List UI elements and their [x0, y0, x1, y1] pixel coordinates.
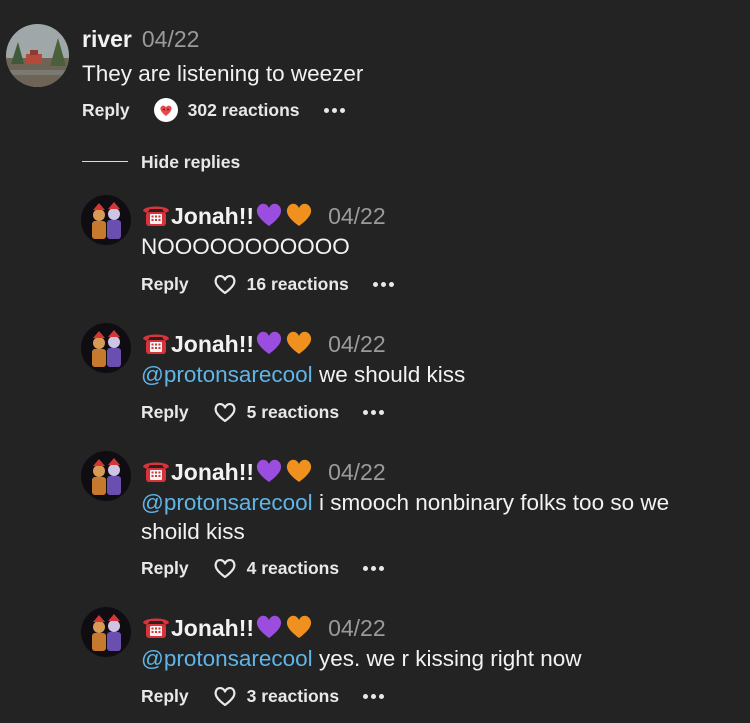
reply-comment: Jonah!! 04/22 NOOOOOOOOOOO Reply 16 react…	[0, 190, 750, 300]
comment-body: yes. we r kissing right now	[312, 646, 582, 671]
comment-actions: Reply 3 reactions	[141, 684, 385, 708]
comment-actions: Reply 5 reactions	[141, 400, 385, 424]
orange-heart-icon	[284, 200, 314, 234]
username[interactable]: river	[82, 26, 132, 52]
timestamp: 04/22	[328, 203, 386, 229]
reply-button[interactable]: Reply	[141, 274, 189, 295]
username[interactable]: Jonah!!	[171, 331, 254, 357]
comment-text: NOOOOOOOOOOO	[141, 232, 731, 261]
reply-comment: Jonah!! 04/22 @protonsarecool i smooch no…	[0, 446, 750, 586]
reaction-count[interactable]: 4 reactions	[247, 558, 339, 579]
reaction-count[interactable]: 16 reactions	[247, 274, 349, 295]
more-options-icon[interactable]	[363, 409, 385, 415]
comment-header: Jonah!! 04/22	[141, 328, 386, 362]
mention-link[interactable]: @protonsarecool	[141, 362, 313, 387]
avatar-image	[81, 607, 131, 657]
comment-actions: Reply 302 reactions	[82, 98, 345, 122]
more-options-icon[interactable]	[363, 565, 385, 571]
comment-text: @protonsarecool yes. we r kissing right …	[141, 644, 731, 673]
heart-badge-icon[interactable]	[153, 98, 178, 122]
comment-text: @protonsarecool i smooch nonbinary folks…	[141, 488, 716, 546]
comment-body: we should kiss	[312, 362, 466, 387]
orange-heart-icon	[284, 612, 314, 646]
reply-button[interactable]: Reply	[141, 558, 189, 579]
username[interactable]: Jonah!!	[171, 615, 254, 641]
comment-header: Jonah!! 04/22	[141, 200, 386, 234]
timestamp: 04/22	[141, 26, 200, 52]
reply-button[interactable]: Reply	[82, 100, 130, 121]
mention-link[interactable]: @protonsarecool	[141, 490, 313, 515]
avatar-image	[81, 451, 131, 501]
comment-header: Jonah!! 04/22	[141, 612, 386, 646]
comment-text: They are listening to weezer	[82, 61, 364, 86]
more-options-icon[interactable]	[372, 281, 394, 287]
telephone-icon	[141, 202, 171, 234]
avatar[interactable]	[81, 451, 131, 501]
telephone-icon	[141, 330, 171, 362]
heart-outline-icon[interactable]	[213, 685, 237, 707]
username[interactable]: Jonah!!	[171, 203, 254, 229]
reply-button[interactable]: Reply	[141, 686, 189, 707]
telephone-icon	[141, 614, 171, 646]
reply-comment: Jonah!! 04/22 @protonsarecool we should k…	[0, 318, 750, 428]
avatar[interactable]	[6, 24, 69, 87]
comment-actions: Reply 4 reactions	[141, 556, 385, 580]
telephone-icon	[141, 458, 171, 490]
comment-header: Jonah!! 04/22	[141, 456, 386, 490]
mention-link[interactable]: @protonsarecool	[141, 646, 313, 671]
hide-replies-button[interactable]: Hide replies	[141, 152, 240, 173]
avatar[interactable]	[81, 195, 131, 245]
reaction-count[interactable]: 302 reactions	[188, 100, 300, 121]
username[interactable]: Jonah!!	[171, 459, 254, 485]
reply-comment: Jonah!! 04/22 @protonsarecool yes. we r k…	[0, 602, 750, 723]
reply-button[interactable]: Reply	[141, 402, 189, 423]
divider-line	[82, 161, 128, 162]
parent-comment: river 04/22 They are listening to weezer …	[0, 0, 750, 140]
reaction-count[interactable]: 3 reactions	[247, 686, 339, 707]
reaction-count[interactable]: 5 reactions	[247, 402, 339, 423]
heart-outline-icon[interactable]	[213, 401, 237, 423]
comment-body: NOOOOOOOOOOO	[141, 234, 350, 259]
avatar-image	[81, 323, 131, 373]
timestamp: 04/22	[328, 331, 386, 357]
more-options-icon[interactable]	[323, 107, 345, 113]
avatar[interactable]	[81, 607, 131, 657]
avatar[interactable]	[81, 323, 131, 373]
timestamp: 04/22	[328, 459, 386, 485]
orange-heart-icon	[284, 328, 314, 362]
purple-heart-icon	[254, 200, 284, 234]
purple-heart-icon	[254, 456, 284, 490]
purple-heart-icon	[254, 328, 284, 362]
comment-header: river 04/22	[82, 26, 199, 53]
comment-text: @protonsarecool we should kiss	[141, 360, 731, 389]
timestamp: 04/22	[328, 615, 386, 641]
avatar-image	[81, 195, 131, 245]
more-options-icon[interactable]	[363, 693, 385, 699]
purple-heart-icon	[254, 612, 284, 646]
heart-outline-icon[interactable]	[213, 557, 237, 579]
comment-actions: Reply 16 reactions	[141, 272, 394, 296]
orange-heart-icon	[284, 456, 314, 490]
heart-outline-icon[interactable]	[213, 273, 237, 295]
